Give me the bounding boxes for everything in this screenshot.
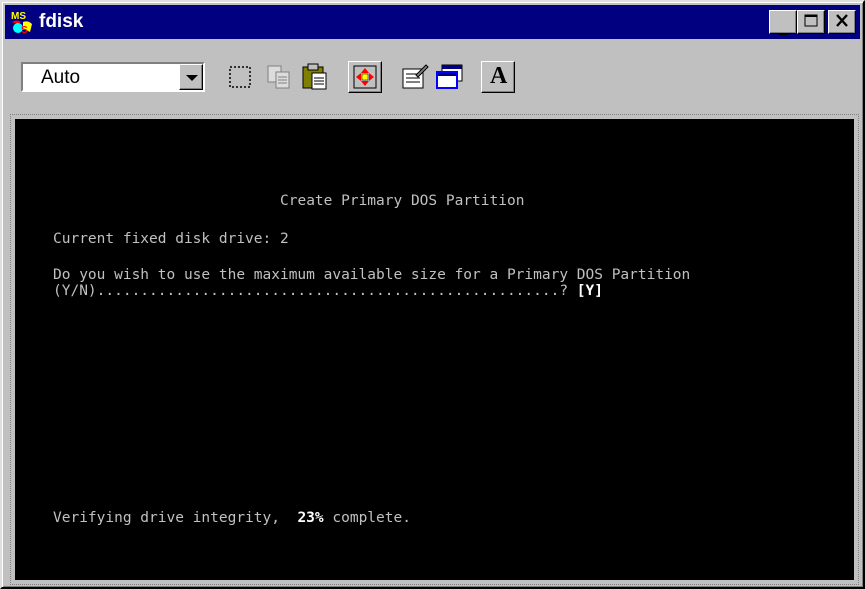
window-title: fdisk bbox=[39, 11, 84, 32]
maximize-button[interactable] bbox=[797, 10, 825, 34]
console-status-line: Verifying drive integrity, 23% complete. bbox=[53, 510, 411, 526]
ms-dos-icon[interactable]: MS S bbox=[9, 9, 35, 36]
paste-icon bbox=[302, 63, 327, 90]
copy-icon bbox=[267, 65, 290, 89]
console-answer-line: (Y/N)...................................… bbox=[53, 283, 603, 299]
minimize-icon: _ bbox=[778, 15, 788, 36]
font-size-value: Auto bbox=[41, 67, 81, 88]
font-button[interactable]: A bbox=[481, 61, 515, 93]
console-status-suffix: complete. bbox=[332, 510, 411, 526]
chevron-down-icon[interactable] bbox=[179, 64, 203, 90]
console-answer-value: [Y] bbox=[576, 283, 603, 299]
mark-button[interactable] bbox=[223, 61, 257, 93]
console-frame: Create Primary DOS Partition Current fix… bbox=[10, 114, 859, 585]
close-button[interactable] bbox=[828, 10, 856, 34]
background-button[interactable] bbox=[433, 61, 467, 93]
copy-button[interactable] bbox=[262, 61, 296, 93]
minimize-button[interactable]: _ bbox=[769, 10, 797, 36]
maximize-icon bbox=[804, 13, 818, 31]
font-icon: A bbox=[490, 63, 508, 89]
properties-button[interactable] bbox=[398, 61, 432, 93]
console-progress-percent: 23% bbox=[297, 510, 324, 526]
console-drive-line: Current fixed disk drive: 2 bbox=[53, 231, 289, 247]
console-heading: Create Primary DOS Partition bbox=[280, 193, 525, 209]
console-answer-prompt: (Y/N)...................................… bbox=[53, 283, 569, 299]
console-status-prefix: Verifying drive integrity, bbox=[53, 510, 280, 526]
properties-icon bbox=[402, 64, 429, 89]
mark-icon bbox=[229, 66, 251, 88]
full-screen-button[interactable] bbox=[348, 61, 382, 93]
title-bar[interactable]: MS S fdisk _ bbox=[5, 5, 860, 39]
paste-button[interactable] bbox=[298, 61, 332, 93]
console-question-line: Do you wish to use the maximum available… bbox=[53, 267, 691, 283]
close-icon bbox=[835, 13, 849, 31]
console-screen[interactable]: Create Primary DOS Partition Current fix… bbox=[15, 119, 854, 580]
toolbar: Auto A bbox=[5, 42, 860, 110]
console-window: MS S fdisk _ Auto A Create Primary DOS P… bbox=[0, 0, 865, 589]
font-size-select[interactable]: Auto bbox=[21, 62, 205, 92]
svg-text:S: S bbox=[21, 25, 28, 35]
full-screen-icon bbox=[353, 65, 377, 89]
background-icon bbox=[436, 64, 463, 89]
svg-text:MS: MS bbox=[11, 11, 26, 22]
